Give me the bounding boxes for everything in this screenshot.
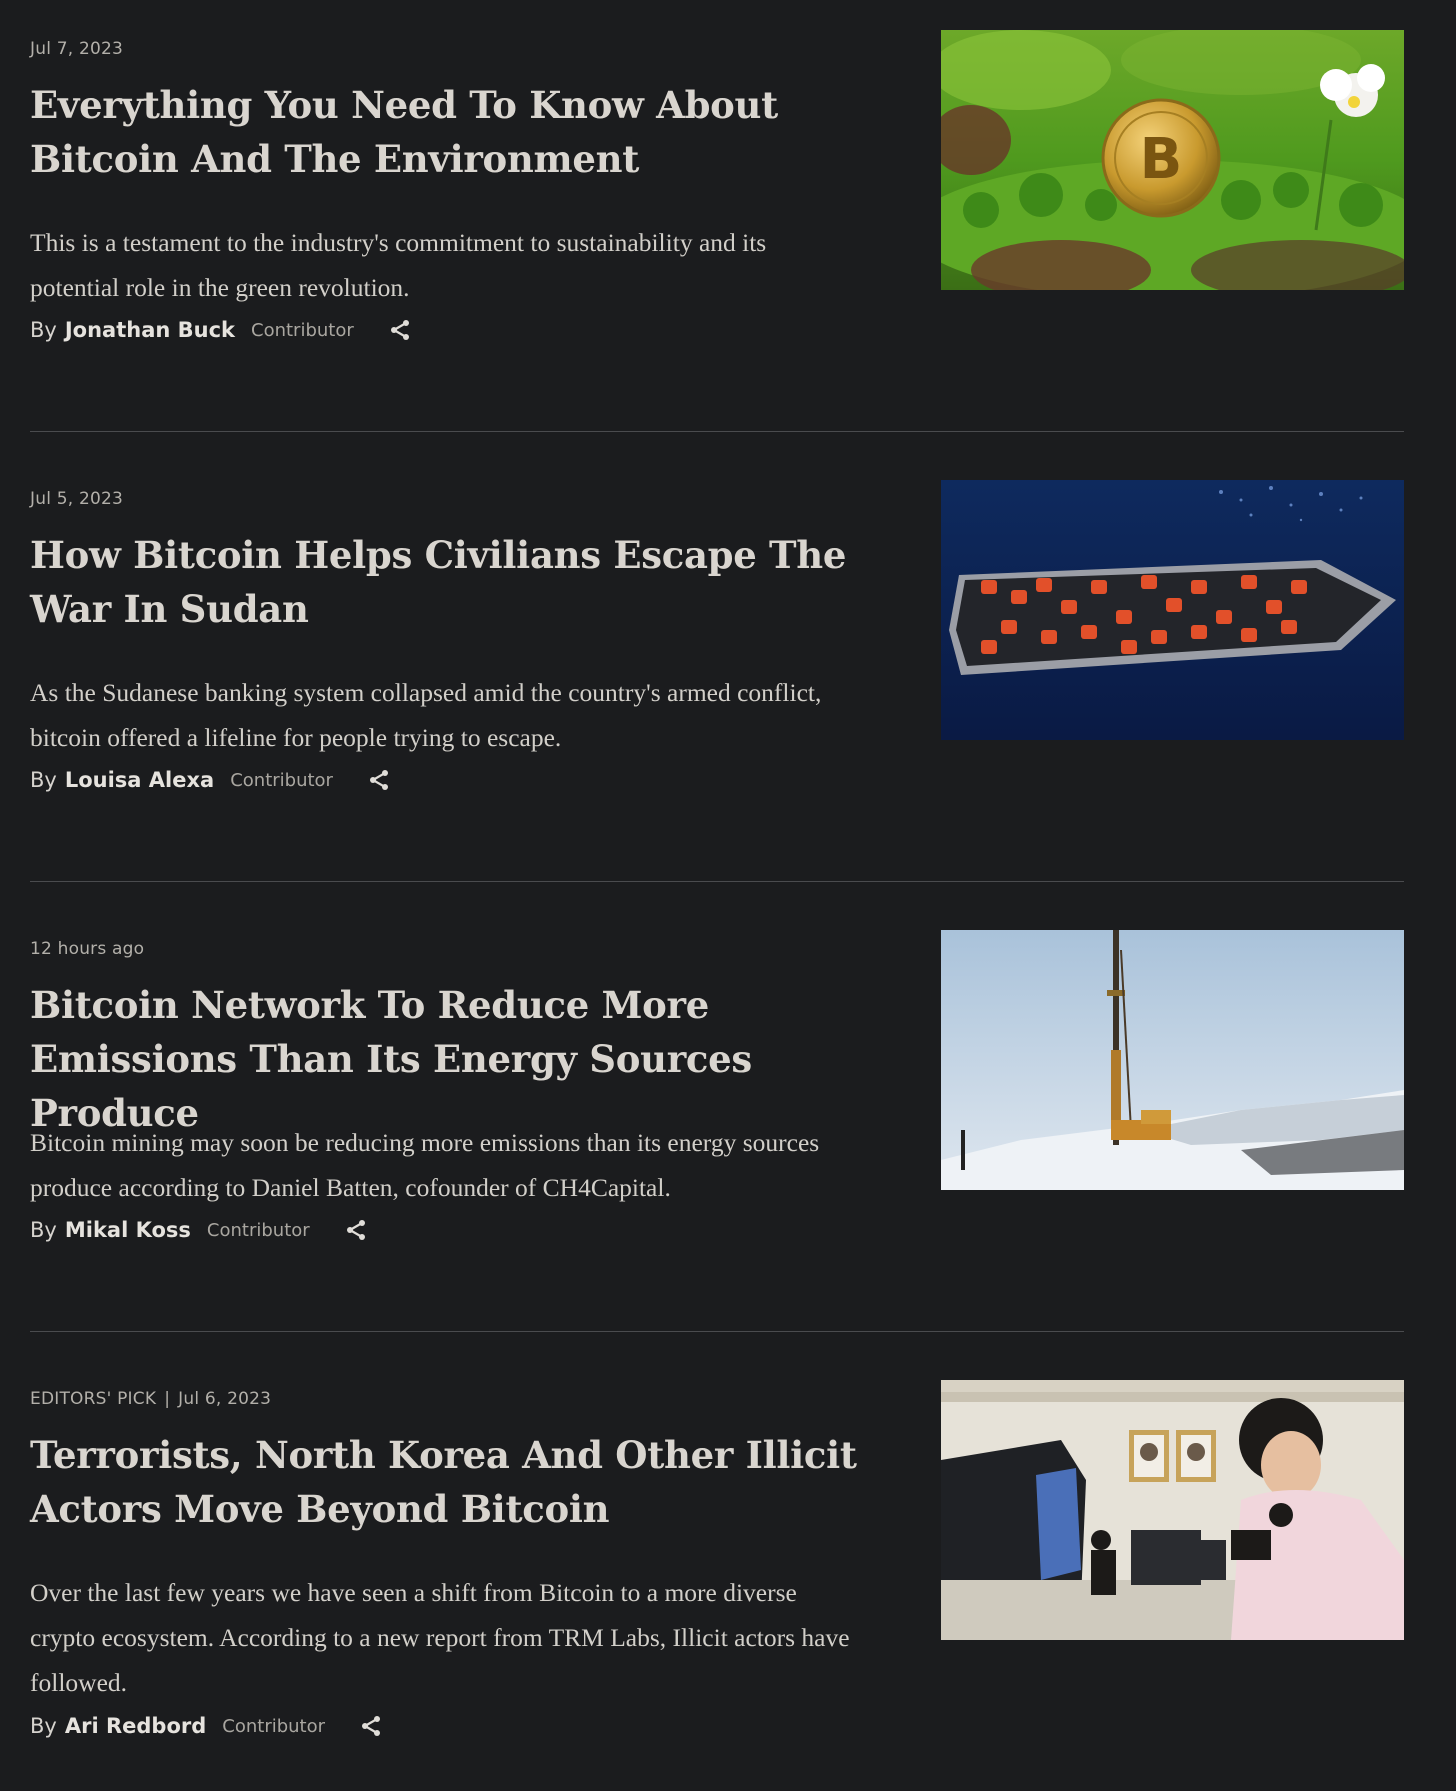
byline-by-label: By [30, 1714, 57, 1738]
article-headline[interactable]: Everything You Need To Know About Bitcoi… [30, 78, 880, 186]
byline-by-label: By [30, 768, 57, 792]
author-role: Contributor [251, 319, 354, 341]
bitcoin-coin-in-grass-photo[interactable]: B [941, 30, 1404, 290]
article-divider [30, 431, 1404, 432]
byline-by-label: By [30, 1218, 57, 1242]
computer-lab-image [941, 1380, 1404, 1640]
article-byline: By Ari Redbord Contributor [30, 1714, 383, 1738]
share-icon[interactable] [344, 1218, 368, 1242]
author-link[interactable]: Mikal Koss [65, 1218, 191, 1242]
article-card: 12 hours ago Bitcoin Network To Reduce M… [30, 930, 1404, 1380]
article-date-text: 12 hours ago [30, 939, 145, 959]
article-summary: This is a testament to the industry's co… [30, 228, 767, 302]
bitcoin-coin-image: B [941, 30, 1404, 290]
refugee-boat-photo[interactable] [941, 480, 1404, 740]
author-role: Contributor [206, 1219, 310, 1241]
article-summary: As the Sudanese banking system collapsed… [30, 678, 822, 752]
editors-pick-tag: EDITORS' PICK [30, 1389, 157, 1409]
author-link[interactable]: Louisa Alexa [65, 768, 214, 792]
author-link[interactable]: Jonathan Buck [65, 318, 235, 342]
author-role: Contributor [222, 1715, 326, 1737]
share-icon[interactable] [388, 318, 412, 342]
drilling-rig-image [941, 930, 1404, 1190]
author-link[interactable]: Ari Redbord [65, 1714, 206, 1738]
article-byline: By Louisa Alexa Contributor [30, 768, 391, 792]
article-headline[interactable]: How Bitcoin Helps Civilians Escape The W… [30, 528, 880, 636]
meta-separator: | [164, 1389, 171, 1409]
article-date-text: Jul 6, 2023 [178, 1389, 272, 1409]
article-date: Jul 5, 2023 [30, 489, 123, 509]
drilling-rig-snow-photo[interactable] [941, 930, 1404, 1190]
article-card: Jul 7, 2023 Everything You Need To Know … [30, 30, 1404, 480]
byline-by-label: By [30, 318, 57, 342]
refugee-boat-image [941, 480, 1404, 740]
article-summary: Over the last few years we have seen a s… [30, 1578, 850, 1697]
article-date-text: Jul 5, 2023 [30, 489, 124, 509]
article-meta: EDITORS' PICK | Jul 6, 2023 [30, 1389, 271, 1409]
article-summary: Bitcoin mining may soon be reducing more… [30, 1128, 820, 1202]
article-date: Jul 7, 2023 [30, 39, 123, 59]
article-divider [30, 881, 1404, 882]
article-byline: By Jonathan Buck Contributor [30, 318, 412, 342]
article-byline: By Mikal Koss Contributor [30, 1218, 368, 1242]
author-role: Contributor [230, 769, 333, 791]
article-card: Jul 5, 2023 How Bitcoin Helps Civilians … [30, 480, 1404, 930]
share-icon[interactable] [359, 1714, 383, 1738]
article-headline[interactable]: Terrorists, North Korea And Other Illici… [30, 1428, 880, 1536]
article-headline[interactable]: Bitcoin Network To Reduce More Emissions… [30, 978, 880, 1140]
article-divider [30, 1331, 1404, 1332]
article-date-text: Jul 7, 2023 [30, 39, 124, 59]
article-date: 12 hours ago [30, 939, 144, 959]
article-feed: Jul 7, 2023 Everything You Need To Know … [30, 30, 1404, 1791]
article-card: EDITORS' PICK | Jul 6, 2023 Terrorists, No… [30, 1380, 1404, 1791]
svg-text:B: B [1140, 127, 1183, 192]
computer-lab-photo[interactable] [941, 1380, 1404, 1640]
share-icon[interactable] [367, 768, 391, 792]
